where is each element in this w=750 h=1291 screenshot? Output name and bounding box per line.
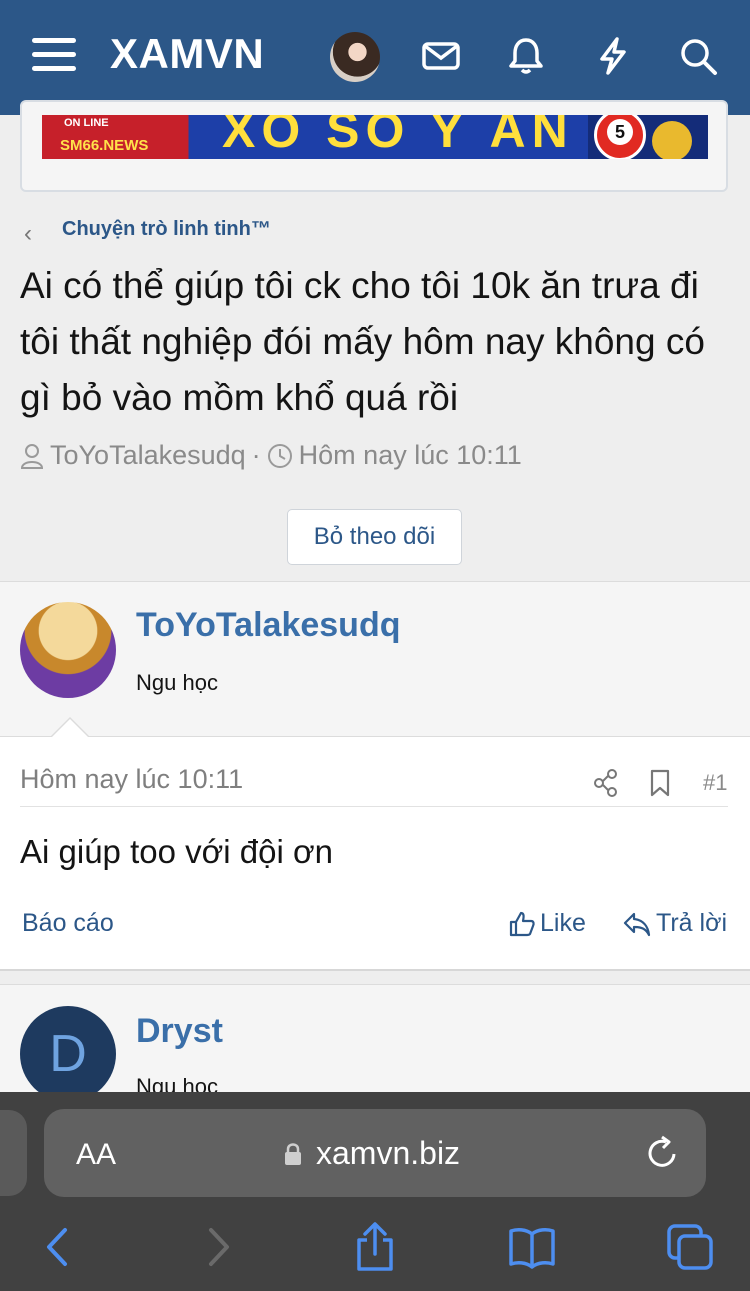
mail-icon[interactable]: [420, 35, 462, 77]
thread-meta: ToYoTalakesudq · Hôm nay lúc 10:11: [20, 440, 522, 471]
page-title: Ai có thể giúp tôi ck cho tôi 10k ăn trư…: [20, 265, 705, 418]
chevron-left-icon[interactable]: ‹: [24, 220, 32, 248]
tabs-icon[interactable]: [665, 1222, 715, 1272]
banner-tag: ON LINE: [64, 117, 109, 129]
thread-date[interactable]: Hôm nay lúc 10:11: [299, 440, 522, 471]
ad-banner[interactable]: ON LINE SM66.NEWS XỔ SỐ Ý ĂN 99.9 5: [42, 115, 708, 159]
clock-icon: [267, 443, 292, 468]
url-text: xamvn.biz: [316, 1135, 461, 1171]
post-number[interactable]: #1: [703, 770, 727, 796]
like-label: Like: [540, 909, 586, 937]
avatar[interactable]: D: [20, 1006, 116, 1102]
site-logo[interactable]: XAMVN: [110, 30, 264, 78]
aa-label: AA: [76, 1138, 117, 1171]
report-link[interactable]: Báo cáo: [22, 909, 114, 938]
lock-icon: [285, 1142, 301, 1165]
thread-author[interactable]: ToYoTalakesudq: [50, 440, 246, 471]
bookmark-icon[interactable]: [648, 768, 672, 798]
share-icon[interactable]: [350, 1222, 400, 1272]
reply-icon: [623, 912, 651, 936]
panel-arrow-inner: [52, 719, 88, 737]
share-icon[interactable]: [592, 768, 620, 798]
meta-separator: ·: [251, 440, 261, 470]
coins-icon: [652, 121, 692, 159]
divider: [20, 806, 728, 807]
user-icon: [20, 443, 44, 469]
forward-icon[interactable]: [193, 1222, 243, 1272]
breadcrumb[interactable]: Chuyện trò linh tinh™: [62, 218, 271, 241]
banner-logo-text: SM66.NEWS: [60, 137, 149, 154]
bolt-icon[interactable]: [592, 35, 634, 77]
like-button[interactable]: Like: [508, 909, 586, 938]
bell-icon[interactable]: [505, 35, 547, 77]
reply-label: Trả lời: [656, 909, 728, 937]
search-icon[interactable]: [677, 35, 719, 77]
reload-icon[interactable]: [644, 1134, 680, 1172]
post-message: Ai giúp too với đội ơn: [20, 833, 333, 870]
avatar[interactable]: [330, 32, 380, 82]
post-username[interactable]: ToYoTalakesudq: [136, 606, 400, 645]
post-username[interactable]: Dryst: [136, 1012, 223, 1051]
reader-options-button[interactable]: AA: [76, 1138, 116, 1172]
user-title: Ngu học: [136, 670, 218, 695]
bookmarks-icon[interactable]: [507, 1222, 557, 1272]
reply-button[interactable]: Trả lời: [622, 909, 727, 938]
back-icon[interactable]: [33, 1222, 83, 1272]
lottery-ball-icon: 5: [594, 115, 646, 159]
post-date[interactable]: Hôm nay lúc 10:11: [20, 764, 243, 795]
previous-tab[interactable]: [0, 1110, 27, 1196]
unfollow-button[interactable]: Bỏ theo dõi: [287, 509, 462, 565]
avatar[interactable]: [20, 602, 116, 698]
url-display[interactable]: xamvn.biz: [284, 1135, 460, 1172]
report-label: Báo cáo: [22, 909, 114, 937]
menu-icon[interactable]: [32, 38, 76, 74]
thumbs-up-icon: [509, 911, 535, 936]
